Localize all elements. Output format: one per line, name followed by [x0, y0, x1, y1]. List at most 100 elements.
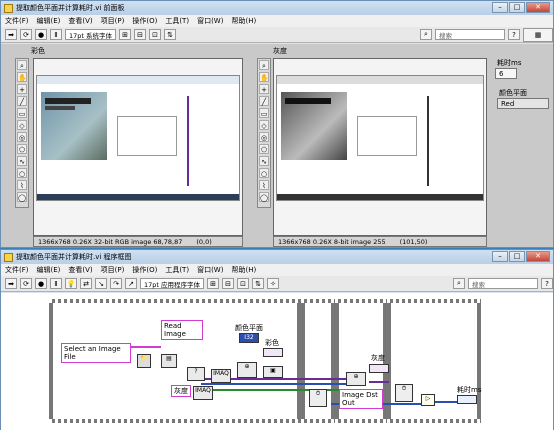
circle-icon[interactable]: ◯: [17, 192, 27, 202]
broken-line-icon[interactable]: ⌇: [259, 180, 269, 190]
run-arrow-icon[interactable]: ➡: [5, 278, 17, 289]
search-icon[interactable]: ⌕: [453, 278, 465, 289]
menu-tools[interactable]: 工具(T): [165, 16, 189, 26]
point-icon[interactable]: +: [17, 84, 27, 94]
menu-help[interactable]: 帮助(H): [231, 16, 256, 26]
minimize-button[interactable]: –: [492, 251, 508, 262]
oval-icon[interactable]: ○: [259, 168, 269, 178]
menu-project[interactable]: 项目(P): [101, 265, 125, 275]
maximize-button[interactable]: □: [509, 251, 525, 262]
close-button[interactable]: ✕: [526, 2, 550, 13]
block-diagram-canvas[interactable]: Read Image Select an Image File 📁 ▤ ? IM…: [1, 293, 553, 430]
imaq-extract-node-2[interactable]: ▣: [263, 366, 283, 378]
align-icon[interactable]: ⊞: [119, 29, 132, 40]
menu-window[interactable]: 窗口(W): [197, 265, 223, 275]
highlight-execution-icon[interactable]: 💡: [65, 278, 77, 289]
menu-edit[interactable]: 编辑(E): [37, 16, 61, 26]
menu-file[interactable]: 文件(F): [5, 265, 29, 275]
color-plane-terminal[interactable]: I32: [239, 333, 259, 343]
subtract-node[interactable]: ▷: [421, 394, 435, 406]
menu-file[interactable]: 文件(F): [5, 16, 29, 26]
front-panel-titlebar[interactable]: 提取颜色平面并计算耗时.vi 前面板: [1, 1, 553, 15]
search-icon[interactable]: ⌕: [420, 29, 432, 40]
oval-icon[interactable]: ○: [17, 168, 27, 178]
rect-icon[interactable]: ▭: [259, 108, 269, 118]
elapsed-terminal[interactable]: [457, 395, 477, 404]
cleanup-icon[interactable]: ✧: [267, 278, 280, 289]
align-icon[interactable]: ⊞: [207, 278, 220, 289]
rect-icon[interactable]: ▭: [17, 108, 27, 118]
tick-count-icon-2[interactable]: ⏱: [395, 384, 413, 402]
font-select[interactable]: 17pt 应用程序字体: [140, 278, 205, 289]
rotated-rect-icon[interactable]: ◇: [259, 120, 269, 130]
pause-icon[interactable]: Ⅱ: [50, 278, 62, 289]
imaq-extract-node-3[interactable]: ⊕: [346, 372, 366, 386]
imaq-extract-node[interactable]: ⊕: [237, 362, 257, 378]
menu-view[interactable]: 查看(V): [68, 16, 92, 26]
reorder-icon[interactable]: ⇅: [164, 29, 177, 40]
menu-project[interactable]: 项目(P): [101, 16, 125, 26]
polygon-icon[interactable]: ⬠: [259, 144, 269, 154]
tick-count-icon[interactable]: ⏱: [309, 389, 327, 407]
close-button[interactable]: ✕: [526, 251, 550, 262]
polygon-icon[interactable]: ⬠: [17, 144, 27, 154]
freehand-icon[interactable]: ∿: [259, 156, 269, 166]
imaq-create-node[interactable]: ?: [187, 367, 205, 381]
zoom-icon[interactable]: ⌕: [17, 60, 27, 70]
step-out-icon[interactable]: ↗: [125, 278, 137, 289]
menu-view[interactable]: 查看(V): [68, 265, 92, 275]
gray-terminal[interactable]: [369, 364, 389, 373]
abort-icon[interactable]: ●: [35, 29, 47, 40]
imaq-read-node[interactable]: IMAQ: [211, 369, 231, 383]
pause-icon[interactable]: Ⅱ: [50, 29, 62, 40]
broken-line-icon[interactable]: ⌇: [17, 180, 27, 190]
font-select[interactable]: 17pt 系统字体: [65, 29, 117, 40]
annulus-icon[interactable]: ◎: [259, 132, 269, 142]
zoom-icon[interactable]: ⌕: [259, 60, 269, 70]
line-icon[interactable]: ╱: [259, 96, 269, 106]
rotated-rect-icon[interactable]: ◇: [17, 120, 27, 130]
vi-connector-icon[interactable]: ▦: [523, 27, 553, 42]
resize-icon[interactable]: ⊡: [237, 278, 250, 289]
menu-tools[interactable]: 工具(T): [165, 265, 189, 275]
color-terminal[interactable]: [263, 348, 283, 357]
pan-icon[interactable]: ✋: [17, 72, 27, 82]
help-icon[interactable]: ?: [541, 278, 553, 289]
run-continuous-icon[interactable]: ⟳: [20, 278, 32, 289]
distribute-icon[interactable]: ⊟: [222, 278, 235, 289]
menu-window[interactable]: 窗口(W): [197, 16, 223, 26]
retain-wire-icon[interactable]: ⇄: [80, 278, 92, 289]
abort-icon[interactable]: ●: [35, 278, 47, 289]
step-into-icon[interactable]: ↘: [95, 278, 107, 289]
search-input[interactable]: 搜索: [435, 29, 505, 40]
minimize-button[interactable]: –: [492, 2, 508, 13]
reorder-icon[interactable]: ⇅: [252, 278, 265, 289]
read-file-node[interactable]: ▤: [161, 354, 177, 368]
gray-image-coord: (101,50): [399, 237, 428, 246]
step-over-icon[interactable]: ↷: [110, 278, 122, 289]
circle-icon[interactable]: ◯: [259, 192, 269, 202]
gray-image-display[interactable]: [273, 58, 487, 236]
search-input[interactable]: 搜索: [468, 278, 538, 289]
annulus-icon[interactable]: ◎: [17, 132, 27, 142]
resize-icon[interactable]: ⊡: [149, 29, 162, 40]
color-image-display[interactable]: [33, 58, 243, 236]
run-arrow-icon[interactable]: ➡: [5, 29, 17, 40]
help-icon[interactable]: ?: [508, 29, 520, 40]
point-icon[interactable]: +: [259, 84, 269, 94]
menu-operate[interactable]: 操作(O): [132, 16, 157, 26]
block-diagram-title: 提取颜色平面并计算耗时.vi 程序框图: [16, 253, 132, 261]
line-icon[interactable]: ╱: [17, 96, 27, 106]
file-dialog-node[interactable]: 📁: [137, 354, 151, 368]
menu-help[interactable]: 帮助(H): [231, 265, 256, 275]
block-diagram-titlebar[interactable]: 提取颜色平面并计算耗时.vi 程序框图: [1, 250, 553, 264]
run-continuous-icon[interactable]: ⟳: [20, 29, 32, 40]
menu-operate[interactable]: 操作(O): [132, 265, 157, 275]
freehand-icon[interactable]: ∿: [17, 156, 27, 166]
pan-icon[interactable]: ✋: [259, 72, 269, 82]
menu-edit[interactable]: 编辑(E): [37, 265, 61, 275]
maximize-button[interactable]: □: [509, 2, 525, 13]
color-plane-select[interactable]: Red: [497, 98, 549, 109]
imaq-node-2[interactable]: IMAQ: [193, 386, 213, 400]
distribute-icon[interactable]: ⊟: [134, 29, 147, 40]
